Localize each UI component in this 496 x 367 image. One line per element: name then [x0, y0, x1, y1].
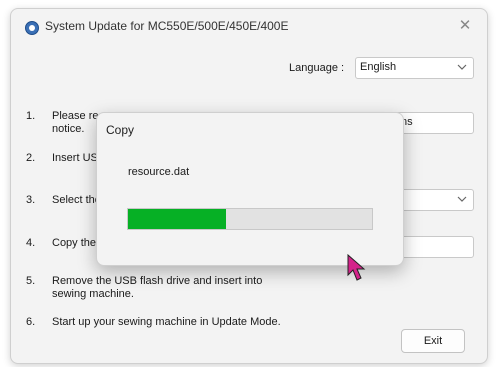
- language-label: Language :: [289, 62, 345, 74]
- step-text: Start up your sewing machine in Update M…: [52, 316, 281, 328]
- copy-dialog: Copy resource.dat: [96, 112, 404, 266]
- copy-button[interactable]: [395, 236, 474, 258]
- progress-fill: [128, 209, 226, 229]
- mouse-cursor-icon: [347, 253, 366, 281]
- step-number: 5.: [26, 275, 36, 287]
- step-number: 4.: [26, 237, 36, 249]
- instructions-button[interactable]: ns: [395, 112, 474, 134]
- title-bar[interactable]: System Update for MC550E/500E/450E/400E …: [11, 9, 487, 43]
- file-name: resource.dat: [128, 166, 190, 178]
- chevron-down-icon: [457, 64, 467, 70]
- step-number: 6.: [26, 316, 36, 328]
- drive-select[interactable]: [395, 189, 474, 211]
- step-text: sewing machine.: [52, 288, 134, 300]
- window-title: System Update for MC550E/500E/450E/400E: [45, 19, 289, 33]
- step-number: 3.: [26, 194, 36, 206]
- exit-button[interactable]: Exit: [401, 329, 465, 353]
- language-value: English: [360, 61, 397, 73]
- dialog-title: Copy: [106, 123, 135, 137]
- chevron-down-icon: [457, 196, 467, 202]
- copy-progress-bar: [127, 208, 373, 230]
- close-icon[interactable]: ✕: [453, 15, 477, 37]
- step-number: 2.: [26, 152, 36, 164]
- step-text: Remove the USB flash drive and insert in…: [52, 275, 263, 287]
- step-number: 1.: [26, 110, 36, 122]
- language-select[interactable]: English: [355, 57, 474, 79]
- app-icon: [25, 21, 39, 35]
